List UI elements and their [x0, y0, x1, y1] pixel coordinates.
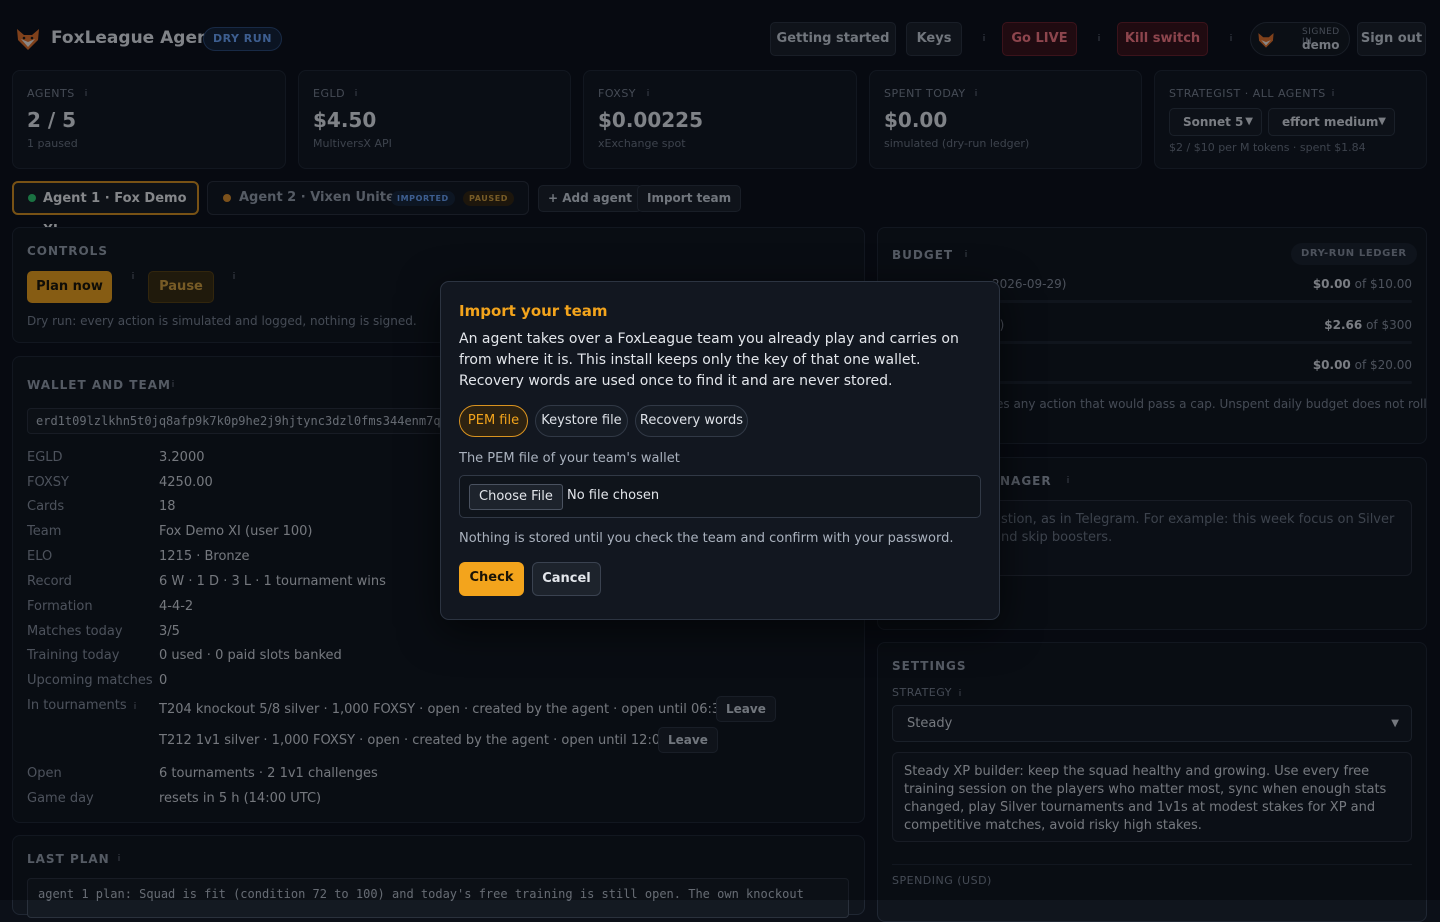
- keystore-file-option[interactable]: Keystore file: [535, 405, 628, 437]
- import-team-dialog: Import your team An agent takes over a F…: [440, 281, 1000, 620]
- check-button[interactable]: Check: [459, 562, 524, 596]
- recovery-words-option[interactable]: Recovery words: [635, 405, 748, 437]
- choose-file-button[interactable]: Choose File: [469, 484, 563, 510]
- pem-file-input[interactable]: Choose File No file chosen: [459, 475, 981, 518]
- dialog-title: Import your team: [459, 302, 608, 320]
- cancel-button[interactable]: Cancel: [532, 562, 601, 596]
- dialog-note: Nothing is stored until you check the te…: [459, 531, 954, 546]
- dialog-description: An agent takes over a FoxLeague team you…: [459, 331, 959, 389]
- file-status: No file chosen: [567, 488, 660, 503]
- pem-file-option[interactable]: PEM file: [459, 405, 528, 437]
- pem-field-label: The PEM file of your team's wallet: [459, 451, 680, 466]
